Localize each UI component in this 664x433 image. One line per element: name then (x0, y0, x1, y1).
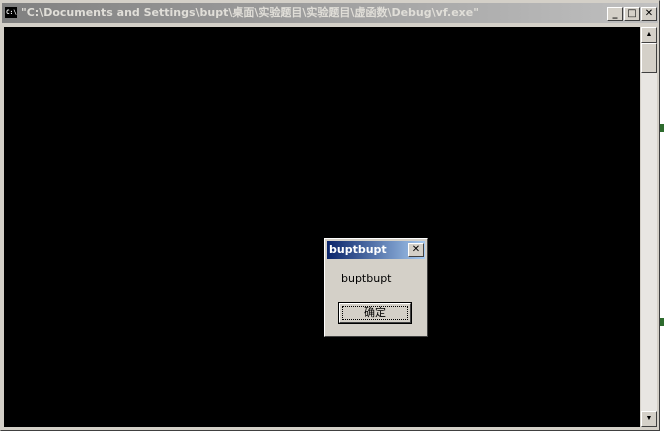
message-box-title: buptbupt (329, 243, 387, 256)
background-edge (660, 0, 664, 433)
message-box-dialog: buptbupt ✕ buptbupt 确定 (324, 238, 428, 337)
background-edge-mark (660, 318, 664, 326)
background-edge-mark (660, 124, 664, 132)
vertical-scrollbar[interactable]: ▲ ▼ (641, 27, 657, 427)
scroll-up-button[interactable]: ▲ (641, 27, 657, 43)
message-box-close-button[interactable]: ✕ (408, 243, 424, 257)
console-title: "C:\Documents and Settings\bupt\桌面\实验题目\… (21, 6, 479, 19)
minimize-button[interactable]: _ (607, 7, 623, 21)
message-box-text: buptbupt (341, 272, 392, 285)
ok-button-label: 确定 (364, 306, 386, 319)
console-output-area[interactable] (4, 27, 640, 427)
maximize-button[interactable]: □ (624, 7, 640, 21)
scroll-thumb[interactable] (641, 43, 657, 73)
close-button[interactable]: ✕ (641, 7, 657, 21)
console-app-icon[interactable]: C:\ (4, 6, 18, 19)
ok-button[interactable]: 确定 (338, 302, 412, 324)
scroll-down-button[interactable]: ▼ (641, 411, 657, 427)
message-box-titlebar[interactable]: buptbupt ✕ (327, 241, 425, 259)
console-window: C:\ "C:\Documents and Settings\bupt\桌面\实… (0, 0, 660, 431)
console-titlebar[interactable]: C:\ "C:\Documents and Settings\bupt\桌面\实… (2, 3, 658, 23)
